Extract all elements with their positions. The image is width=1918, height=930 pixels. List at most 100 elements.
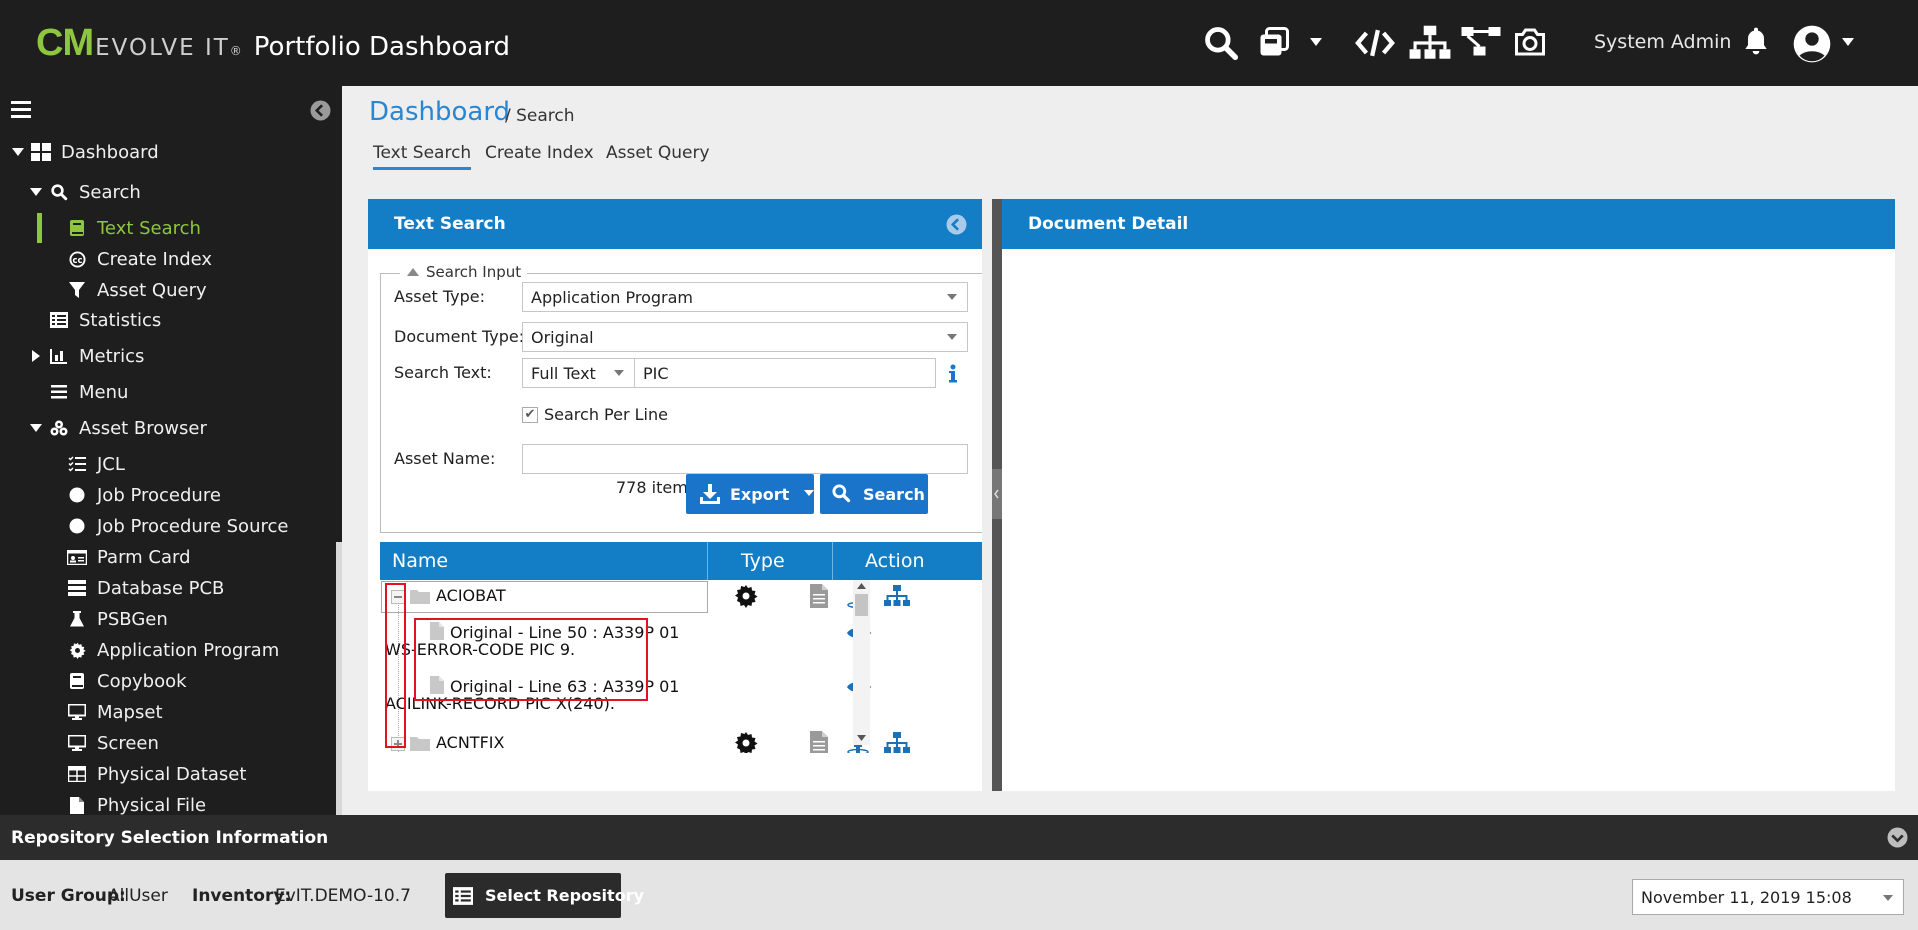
repository-info-title: Repository Selection Information [11,827,329,848]
active-indicator [37,213,42,243]
sidebar-item-database-pcb[interactable]: Database PCB [67,574,224,602]
sidebar-item-physical-dataset[interactable]: Physical Dataset [67,760,246,788]
list-icon [453,886,473,905]
code-icon[interactable] [1355,24,1395,62]
datetime-value: November 11, 2019 15:08 [1641,887,1852,907]
breadcrumb-current: / Search [505,106,575,126]
search-text-label: Search Text: [394,363,492,382]
user-avatar-icon[interactable] [1792,24,1832,63]
sidebar-item-mapset[interactable]: Mapset [67,698,163,726]
sidebar-item-asset-query[interactable]: Asset Query [67,276,207,304]
search-text-input[interactable]: PIC [634,358,936,388]
search-per-line-checkbox[interactable]: ✔ Search Per Line [522,405,668,424]
search-mode-select[interactable]: Full Text [522,358,635,388]
sidebar-item-text-search[interactable]: Text Search [67,214,201,242]
tab-asset-query[interactable]: Asset Query [606,143,710,167]
splitter-handle[interactable] [992,469,1002,519]
asset-name[interactable]: ACNTFIX [436,733,504,752]
sidebar-item-label: Physical Dataset [97,763,247,785]
search-icon[interactable] [1202,24,1240,62]
sidebar-item-label: Parm Card [97,546,191,568]
chevron-down-icon[interactable] [803,489,815,499]
scroll-down-icon[interactable] [853,732,870,744]
sitemap-icon[interactable] [882,731,912,753]
panel-title: Text Search [394,214,506,234]
user-name[interactable]: System Admin [1594,31,1731,53]
asset-type-select[interactable]: Application Program [522,282,968,312]
collapse-panel-icon[interactable] [946,214,968,236]
info-icon[interactable] [948,364,962,384]
scroll-up-icon[interactable] [853,580,870,592]
breadcrumb-dashboard-link[interactable]: Dashboard [369,97,510,127]
sitemap-icon[interactable] [882,584,912,610]
sidebar-item-psbgen[interactable]: PSBGen [67,605,168,633]
document-detail-panel: Document Detail [1002,199,1895,791]
chevron-down-icon [947,334,957,340]
repository-info-bar[interactable]: Repository Selection Information [0,815,1918,860]
export-button[interactable]: Export [686,474,815,514]
folder-icon [410,588,430,604]
camera-icon[interactable] [1512,24,1550,62]
sitemap-icon[interactable] [1408,24,1452,62]
sidebar-item-screen[interactable]: Screen [67,729,159,757]
sidebar-item-job-procedure[interactable]: Job Procedure [67,481,221,509]
copy-icon[interactable] [1256,24,1294,62]
sidebar-item-search[interactable]: Search [29,178,141,206]
tab-text-search[interactable]: Text Search [373,143,472,170]
sidebar-item-application-program[interactable]: Application Program [67,636,279,664]
column-name-header[interactable]: Name [392,542,448,580]
sidebar-item-dashboard[interactable]: Dashboard [11,138,159,166]
sidebar-item-physical-file[interactable]: Physical File [67,791,206,815]
bell-icon[interactable] [1740,24,1772,62]
datetime-picker[interactable]: November 11, 2019 15:08 [1632,879,1904,915]
document-type-select[interactable]: Original [522,322,968,352]
tasks-icon [67,454,87,474]
sidebar-item-label: Asset Browser [79,417,207,439]
flow-icon[interactable] [1460,24,1502,62]
panel-splitter[interactable] [992,199,1002,791]
sidebar-item-label: Asset Query [97,279,207,301]
asset-type-value: Application Program [531,287,693,307]
user-menu-chevron-icon[interactable] [1840,36,1858,50]
svg-text:cc: cc [72,255,82,265]
inventory-value: EvIT.DEMO-10.7 [275,886,411,906]
tab-create-index[interactable]: Create Index [485,143,594,167]
cubes-icon [49,418,69,438]
sidebar-item-copybook[interactable]: Copybook [67,667,187,695]
chevron-down-circle-icon[interactable] [1887,827,1909,849]
chevron-down-icon[interactable] [1308,36,1326,50]
search-button[interactable]: Search [820,474,928,514]
check-icon: ✔ [522,406,538,423]
asset-name-input[interactable] [522,444,968,474]
column-separator [832,542,833,580]
column-action-header[interactable]: Action [865,542,925,580]
sidebar-item-statistics[interactable]: Statistics [49,306,161,334]
file-icon[interactable] [810,584,834,610]
sidebar-item-parm-card[interactable]: Parm Card [67,543,191,571]
sidebar-item-label: Text Search [97,217,201,239]
sidebar-item-label: Copybook [97,670,187,692]
panel-title: Document Detail [1028,214,1189,234]
sidebar-item-label: Physical File [97,794,207,816]
sidebar-item-asset-browser[interactable]: Asset Browser [29,414,207,442]
desktop-icon [67,702,87,722]
results-table-header: Name Type Action [380,542,982,580]
file-icon[interactable] [810,731,834,753]
sidebar-item-label: Create Index [97,248,213,270]
asset-name[interactable]: ACIOBAT [436,586,506,605]
sidebar-item-job-procedure-source[interactable]: Job Procedure Source [67,512,288,540]
sidebar-item-metrics[interactable]: Metrics [29,342,144,370]
search-input-legend[interactable]: Search Input [400,263,528,281]
hamburger-icon[interactable] [11,100,33,120]
results-scrollbar[interactable] [853,580,870,745]
sidebar-item-label: Metrics [79,345,145,367]
sidebar-item-label: Statistics [79,309,162,331]
scroll-thumb[interactable] [855,594,868,616]
sidebar-item-jcl[interactable]: JCL [67,450,125,478]
select-repository-button[interactable]: Select Repository [445,873,644,918]
column-type-header[interactable]: Type [741,542,785,580]
sidebar-item-menu[interactable]: Menu [49,378,128,406]
collapse-sidebar-icon[interactable] [310,100,332,122]
filter-icon [67,280,87,300]
sidebar-item-create-index[interactable]: cc Create Index [67,245,212,273]
